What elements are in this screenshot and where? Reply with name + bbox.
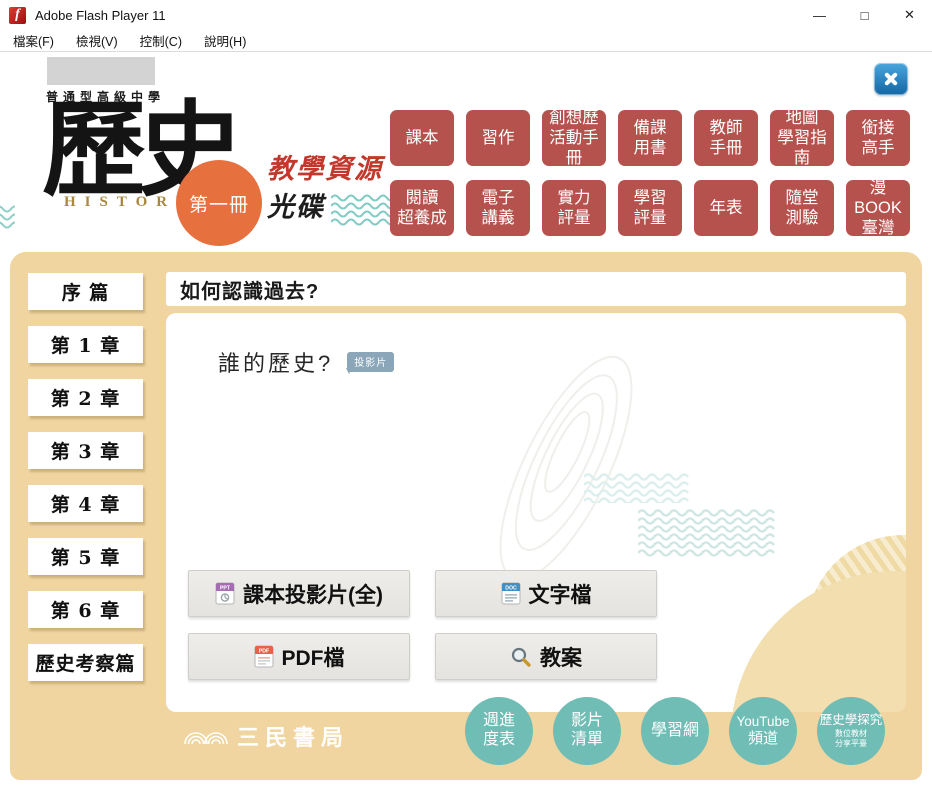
flash-stage: 普通型高級中學 歷史 HISTORY 第一冊 教學資源 光碟 課本 習作 創想歷… (0, 52, 932, 786)
resource-button[interactable]: 地圖 學習指南 (770, 109, 834, 167)
topic-label: 誰的歷史? (218, 351, 334, 376)
slides-tag: 投影片 (346, 352, 395, 374)
resource-button[interactable]: 漫BOOK 臺灣 (846, 179, 910, 237)
lesson-plan-button[interactable]: 教案 (435, 633, 657, 680)
resource-button[interactable]: 備課 用書 (618, 110, 682, 166)
window-title: Adobe Flash Player 11 (35, 7, 166, 23)
sidebar-item-chapter-3[interactable]: 第 3 章 (28, 432, 143, 469)
menu-file[interactable]: 檔案(F) (2, 29, 65, 52)
resource-button[interactable]: 實力 評量 (542, 180, 606, 236)
resource-button[interactable]: 創想歷 活動手冊 (542, 109, 606, 167)
flash-player-window: f Adobe Flash Player 11 — □ ✕ 檔案(F) 檢視(V… (0, 0, 932, 786)
double-arch-icon (184, 732, 228, 745)
doc-file-icon: DOC (501, 582, 520, 605)
sidebar-item-chapter-4[interactable]: 第 4 章 (28, 485, 143, 522)
ppt-file-icon: PPT (215, 582, 235, 605)
resource-button[interactable]: 電子 講義 (466, 180, 530, 236)
circle-label: 學習網 (650, 721, 699, 739)
resource-button[interactable]: 學習 評量 (618, 180, 682, 236)
menu-bar: 檔案(F) 檢視(V) 控制(C) 說明(H) (0, 30, 932, 52)
resource-title-line1: 教學資源 (267, 154, 383, 184)
circle-learning-web[interactable]: 學習網 (641, 697, 709, 765)
publisher-name: 三民書局 (237, 725, 350, 751)
chapter-sidebar: 序 篇 第 1 章 第 2 章 第 3 章 第 4 章 第 5 章 第 6 章 … (28, 273, 143, 681)
resource-button[interactable]: 課本 (390, 110, 454, 166)
maximize-button[interactable]: □ (842, 0, 887, 30)
resource-button[interactable]: 年表 (694, 180, 758, 236)
circle-label: 影片 (570, 712, 603, 730)
circle-label: 週進 (482, 712, 515, 730)
volume-badge: 第一冊 (176, 160, 262, 246)
file-button-label: 課本投影片(全) (243, 583, 383, 607)
redacted-school-name (47, 57, 155, 85)
circle-history-inquiry[interactable]: 歷史學探究 數位教材 分享平臺 (817, 697, 885, 765)
resource-button[interactable]: 銜接 高手 (846, 110, 910, 166)
circle-label: 頻道 (747, 730, 778, 748)
text-file-button[interactable]: DOC 文字檔 (435, 570, 657, 617)
ppt-all-button[interactable]: PPT 課本投影片(全) (188, 570, 410, 617)
resource-button[interactable]: 隨堂 測驗 (770, 180, 834, 236)
circle-label: 歷史學探究 (819, 712, 883, 727)
sidebar-item-chapter-6[interactable]: 第 6 章 (28, 591, 143, 628)
minimize-button[interactable]: — (797, 0, 842, 30)
title-bar: f Adobe Flash Player 11 — □ ✕ (0, 0, 932, 30)
chapter-panel: 序 篇 第 1 章 第 2 章 第 3 章 第 4 章 第 5 章 第 6 章 … (10, 252, 922, 780)
sidebar-item-chapter-5[interactable]: 第 5 章 (28, 538, 143, 575)
resource-button[interactable]: 教師 手冊 (694, 110, 758, 166)
resource-button[interactable]: 閱讀 超養成 (390, 180, 454, 236)
resource-button[interactable]: 習作 (466, 110, 530, 166)
publisher-logo: 三民書局 (183, 720, 349, 752)
resource-title-line2: 光碟 (267, 192, 325, 222)
magnifier-icon (511, 647, 531, 667)
wave-decoration (331, 194, 395, 226)
circle-label: 清單 (570, 731, 603, 748)
pdf-file-icon: PDF (254, 645, 273, 668)
section-title-bar: 如何認識過去? (166, 272, 906, 306)
sidebar-item-preface[interactable]: 序 篇 (28, 273, 143, 310)
circle-label: 度表 (482, 731, 515, 748)
wave-decoration (638, 509, 775, 557)
circle-sublabel: 數位教材 分享平臺 (835, 729, 867, 749)
menu-view[interactable]: 檢視(V) (65, 29, 129, 52)
sidebar-item-field-study[interactable]: 歷史考察篇 (28, 644, 143, 681)
circle-video-list[interactable]: 影片 清單 (553, 697, 621, 765)
svg-text:PDF: PDF (258, 648, 268, 654)
resource-button-grid: 課本 習作 創想歷 活動手冊 備課 用書 教師 手冊 地圖 學習指南 銜接 高手… (390, 109, 910, 237)
sidebar-item-chapter-2[interactable]: 第 2 章 (28, 379, 143, 416)
sidebar-item-chapter-1[interactable]: 第 1 章 (28, 326, 143, 363)
svg-text:DOC: DOC (505, 585, 517, 591)
close-window-button[interactable]: ✕ (887, 0, 932, 30)
wave-decoration (0, 205, 15, 229)
hill-decoration (731, 571, 906, 712)
app-close-button[interactable] (874, 63, 908, 95)
flash-player-icon: f (9, 6, 26, 24)
menu-help[interactable]: 說明(H) (193, 29, 257, 52)
circle-youtube-channel[interactable]: YouTube 頻道 (729, 697, 797, 765)
file-button-label: PDF檔 (281, 646, 345, 670)
main-content-area: 誰的歷史? 投影片 PPT 課本投影片(全) DOC 文字檔 PDF PDF檔 … (166, 313, 906, 712)
close-icon (884, 72, 898, 86)
circle-weekly-schedule[interactable]: 週進 度表 (465, 697, 533, 765)
svg-text:PPT: PPT (220, 585, 231, 591)
menu-control[interactable]: 控制(C) (129, 29, 193, 52)
file-button-label: 文字檔 (528, 583, 592, 607)
wave-decoration (584, 473, 689, 503)
circle-label: YouTube (736, 714, 790, 730)
file-button-label: 教案 (540, 646, 582, 670)
topic-item[interactable]: 誰的歷史? 投影片 (218, 346, 395, 378)
pdf-file-button[interactable]: PDF PDF檔 (188, 633, 410, 680)
window-controls: — □ ✕ (797, 0, 932, 30)
